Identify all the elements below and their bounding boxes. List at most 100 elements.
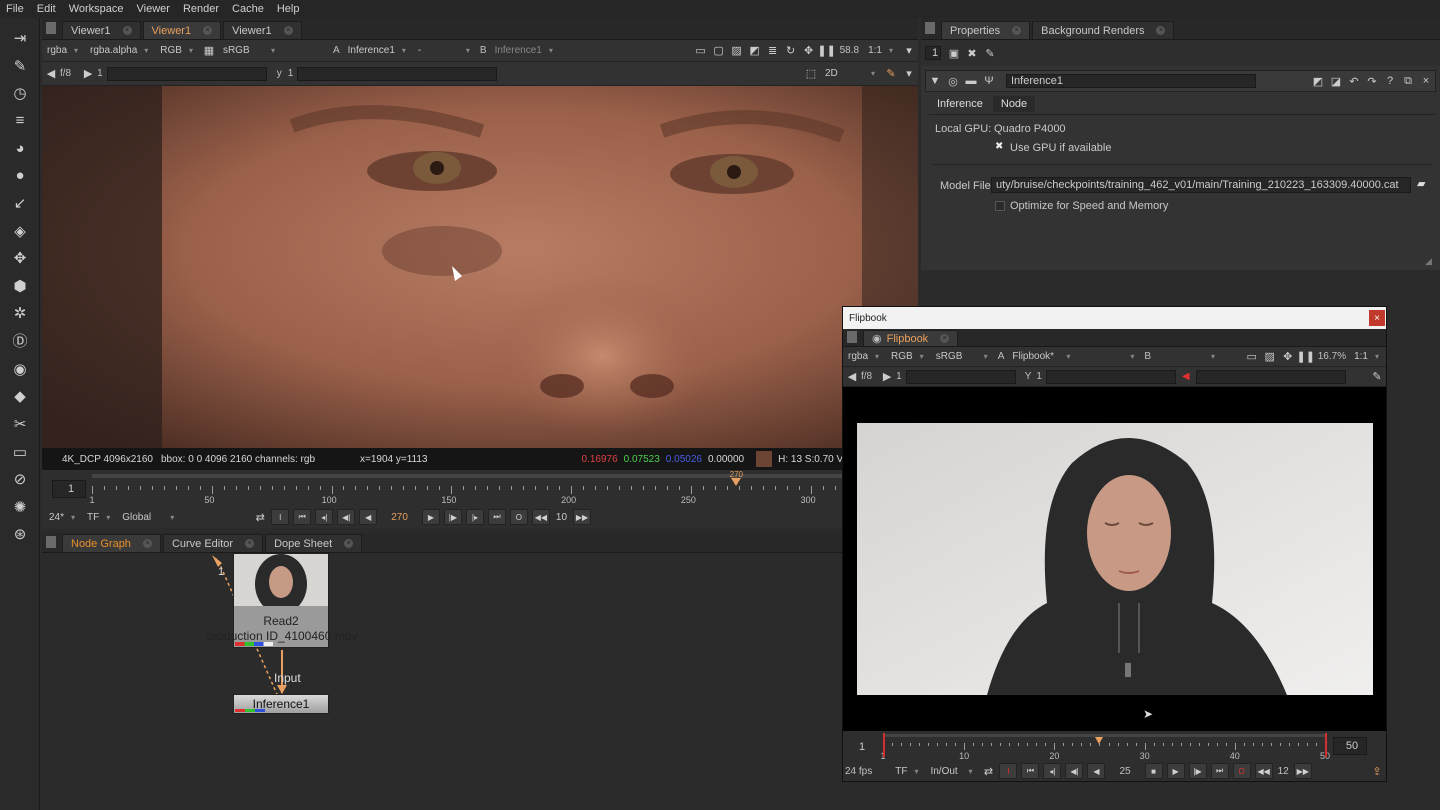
particles-icon[interactable]: ✲ xyxy=(10,303,30,323)
max-panels-field[interactable]: 1 xyxy=(925,46,941,60)
target-icon[interactable]: ✥ xyxy=(802,44,816,58)
bounce-icon[interactable]: ⇄ xyxy=(253,510,267,524)
tab-curve-editor[interactable]: Curve Editor × xyxy=(162,534,264,552)
clock-icon[interactable]: ◷ xyxy=(10,83,30,103)
flipbook-start-frame[interactable]: 1 xyxy=(859,741,865,753)
node-graph-canvas[interactable]: 1 Read2 production ID_4100460.mov Input … xyxy=(42,553,842,810)
flipbook-range-dropdown[interactable]: In/Out xyxy=(925,763,975,779)
roi-icon[interactable]: ▭ xyxy=(694,44,708,58)
keyer-icon[interactable]: ↙ xyxy=(10,193,30,213)
tab-flipbook[interactable]: ◉ Flipbook × xyxy=(863,330,959,346)
fstop-value[interactable]: f/8 xyxy=(60,68,71,79)
crop-icon[interactable]: ⬚ xyxy=(804,67,818,81)
roi-icon[interactable]: ▭ xyxy=(1245,350,1259,364)
close-window-button[interactable]: × xyxy=(1369,310,1385,326)
tool-icon[interactable]: Ψ xyxy=(982,74,996,88)
clip-warning-icon[interactable]: ▨ xyxy=(1263,350,1277,364)
proxy-icon[interactable]: ◩ xyxy=(748,44,762,58)
flipbook-ratio-dropdown[interactable]: 1:1 xyxy=(1349,349,1382,365)
flipbook-a-input-dropdown[interactable]: Flipbook* xyxy=(1007,349,1073,365)
help-icon[interactable]: ? xyxy=(1383,74,1397,88)
channels-icon[interactable]: ≡ xyxy=(10,110,30,130)
resize-grip-icon[interactable]: ◢ xyxy=(1425,256,1432,267)
input-icon[interactable]: ⇥ xyxy=(10,28,30,48)
redo-icon[interactable]: ↷ xyxy=(1365,74,1379,88)
use-gpu-checkbox[interactable]: ✖ xyxy=(995,141,1003,152)
close-icon[interactable]: × xyxy=(940,334,950,343)
pane-grip[interactable] xyxy=(46,535,56,548)
paint-brush-icon[interactable]: ✎ xyxy=(10,56,30,76)
last-frame-button[interactable]: ⏭ xyxy=(487,509,506,525)
skip-frames-value[interactable]: 10 xyxy=(556,512,567,523)
tab-properties[interactable]: Properties × xyxy=(941,21,1031,39)
lut-dropdown[interactable]: sRGB xyxy=(218,43,278,59)
close-icon[interactable]: × xyxy=(1012,26,1022,35)
flipbook-step-back-button[interactable]: ◀| xyxy=(1065,763,1084,779)
overlay-icon[interactable]: ▢ xyxy=(712,44,726,58)
menu-edit[interactable]: Edit xyxy=(37,3,56,15)
flipbook-end-frame-field[interactable]: 50 xyxy=(1333,737,1367,755)
flipbook-last-frame-button[interactable]: ⏭ xyxy=(1210,763,1229,779)
fps-dropdown[interactable]: 24* xyxy=(44,509,78,525)
chevron-down-icon[interactable]: ▾ xyxy=(902,67,916,81)
tab-background-renders[interactable]: Background Renders × xyxy=(1032,21,1175,39)
lines-icon[interactable]: ≣ xyxy=(766,44,780,58)
flipbook-zoom-value[interactable]: 16.7% xyxy=(1318,351,1346,362)
next-keyframe-button[interactable]: |▸ xyxy=(465,509,484,525)
flipbook-extra-slider[interactable] xyxy=(1195,369,1346,384)
lock-icon[interactable]: ▣ xyxy=(947,46,961,60)
view-icon[interactable]: ◉ xyxy=(10,359,30,379)
color-wheel-icon[interactable]: ◕ xyxy=(10,138,30,158)
gain-arrow-icon[interactable]: ▶ xyxy=(880,370,894,384)
other-icon[interactable]: ▭ xyxy=(10,442,30,462)
out-point-button[interactable]: O xyxy=(509,509,528,525)
pencil-icon[interactable]: ✎ xyxy=(1370,370,1384,384)
flipbook-step-forward-button[interactable]: |▶ xyxy=(1188,763,1207,779)
subtab-node[interactable]: Node xyxy=(992,96,1036,112)
toolsets-icon[interactable]: ✂ xyxy=(10,414,30,434)
flipbook-skip-forward-button[interactable]: ▶▶ xyxy=(1293,763,1312,779)
flipbook-gain-value[interactable]: 1 xyxy=(896,371,902,382)
tab-dope-sheet[interactable]: Dope Sheet × xyxy=(265,534,363,552)
menu-viewer[interactable]: Viewer xyxy=(137,3,170,15)
collapse-arrow-icon[interactable]: ▼ xyxy=(928,74,942,88)
pause-icon[interactable]: ❚❚ xyxy=(817,44,835,58)
flipbook-gamma-slider[interactable] xyxy=(1045,369,1176,384)
timeline-ruler[interactable]: 1501001502002503003270 xyxy=(89,470,894,506)
node-color-icon[interactable]: ◎ xyxy=(946,74,960,88)
ratio-dropdown[interactable]: 1:1 xyxy=(863,43,896,59)
revert-icon[interactable]: ◩ xyxy=(1311,74,1325,88)
step-forward-button[interactable]: |▶ xyxy=(443,509,462,525)
tab-node-graph[interactable]: Node Graph × xyxy=(62,534,161,552)
flipbook-in-point-button[interactable]: I xyxy=(999,763,1018,779)
menu-render[interactable]: Render xyxy=(183,3,219,15)
viewer-image[interactable] xyxy=(42,86,918,448)
deep-icon[interactable]: Ⓓ xyxy=(10,331,30,351)
transform-icon[interactable]: ✥ xyxy=(10,248,30,268)
menu-cache[interactable]: Cache xyxy=(232,3,264,15)
ab-operation-dropdown[interactable]: - xyxy=(413,43,473,59)
flipbook-skip-back-button[interactable]: ◀◀ xyxy=(1254,763,1273,779)
close-icon[interactable]: × xyxy=(1419,74,1433,88)
menu-workspace[interactable]: Workspace xyxy=(69,3,124,15)
flipbook-timecode-dropdown[interactable]: TF xyxy=(890,763,921,779)
play-forward-button[interactable]: ▶ xyxy=(421,509,440,525)
flipbook-stop-button[interactable]: ■ xyxy=(1144,763,1163,779)
metadata-icon[interactable]: ◆ xyxy=(10,386,30,406)
folder-icon[interactable]: ▰ xyxy=(1417,177,1425,190)
clip-warning-icon[interactable]: ▨ xyxy=(730,44,744,58)
pane-grip[interactable] xyxy=(925,21,935,34)
playhead-marker[interactable] xyxy=(731,478,742,486)
copy-icon[interactable]: ◪ xyxy=(1329,74,1343,88)
pane-grip[interactable] xyxy=(46,21,56,34)
current-frame-value[interactable]: 270 xyxy=(391,512,408,523)
b-input-dropdown[interactable]: Inference1 xyxy=(490,43,556,59)
target-icon[interactable]: ✥ xyxy=(1281,350,1295,364)
flipbook-out-point-marker[interactable] xyxy=(1325,733,1327,757)
menu-help[interactable]: Help xyxy=(277,3,300,15)
in-point-button[interactable]: I xyxy=(271,509,290,525)
viewer-timeline[interactable]: 1 1501001502002503003270 xyxy=(42,470,918,506)
menu-file[interactable]: File xyxy=(6,3,24,15)
pane-grip[interactable] xyxy=(847,330,857,343)
flipbook-play-forward-button[interactable]: ▶ xyxy=(1166,763,1185,779)
